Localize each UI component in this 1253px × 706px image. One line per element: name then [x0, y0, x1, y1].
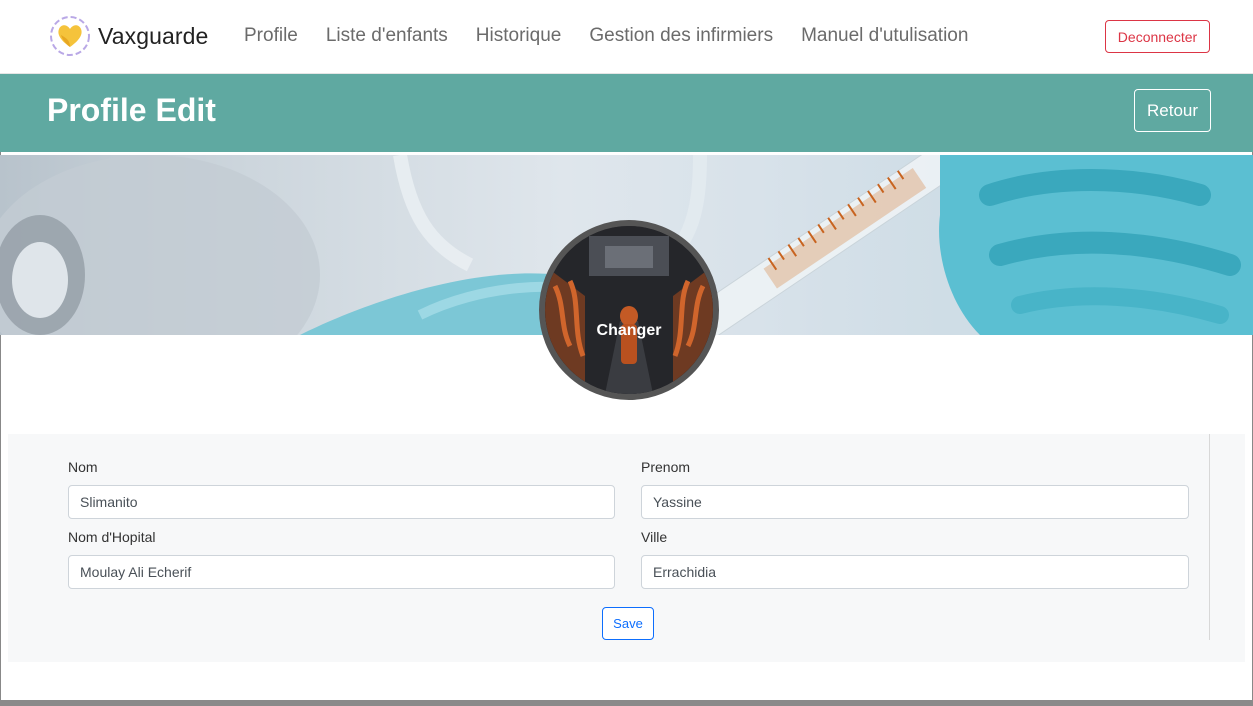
profile-avatar[interactable]: Changer	[539, 220, 719, 400]
ville-label: Ville	[641, 529, 668, 545]
save-button[interactable]: Save	[602, 607, 654, 640]
footer-bar	[0, 700, 1253, 706]
nav-links: Profile Liste d'enfants Historique Gesti…	[244, 25, 996, 47]
nom-label: Nom	[68, 459, 98, 475]
hopital-input[interactable]	[68, 555, 615, 589]
nom-input[interactable]	[68, 485, 615, 519]
nav-link-historique[interactable]: Historique	[476, 25, 562, 47]
page-header: Profile Edit Retour	[0, 74, 1253, 152]
brand-name: Vaxguarde	[98, 22, 209, 49]
change-photo-label[interactable]: Changer	[545, 322, 713, 340]
logout-button[interactable]: Deconnecter	[1105, 20, 1210, 53]
hopital-label: Nom d'Hopital	[68, 529, 156, 545]
nav-link-liste-enfants[interactable]: Liste d'enfants	[326, 25, 448, 47]
back-button[interactable]: Retour	[1134, 89, 1211, 132]
avatar-photo	[545, 226, 713, 394]
prenom-input[interactable]	[641, 485, 1189, 519]
form-divider	[1209, 434, 1210, 640]
page-title: Profile Edit	[47, 92, 216, 128]
heart-logo-icon	[50, 16, 90, 56]
ville-input[interactable]	[641, 555, 1189, 589]
prenom-label: Prenom	[641, 459, 691, 475]
navbar: Vaxguarde Profile Liste d'enfants Histor…	[0, 0, 1253, 74]
brand[interactable]: Vaxguarde	[48, 14, 208, 58]
nav-link-manuel[interactable]: Manuel d'utulisation	[801, 25, 968, 47]
nav-link-gestion-infirmiers[interactable]: Gestion des infirmiers	[589, 25, 773, 47]
nav-link-profile[interactable]: Profile	[244, 25, 298, 47]
